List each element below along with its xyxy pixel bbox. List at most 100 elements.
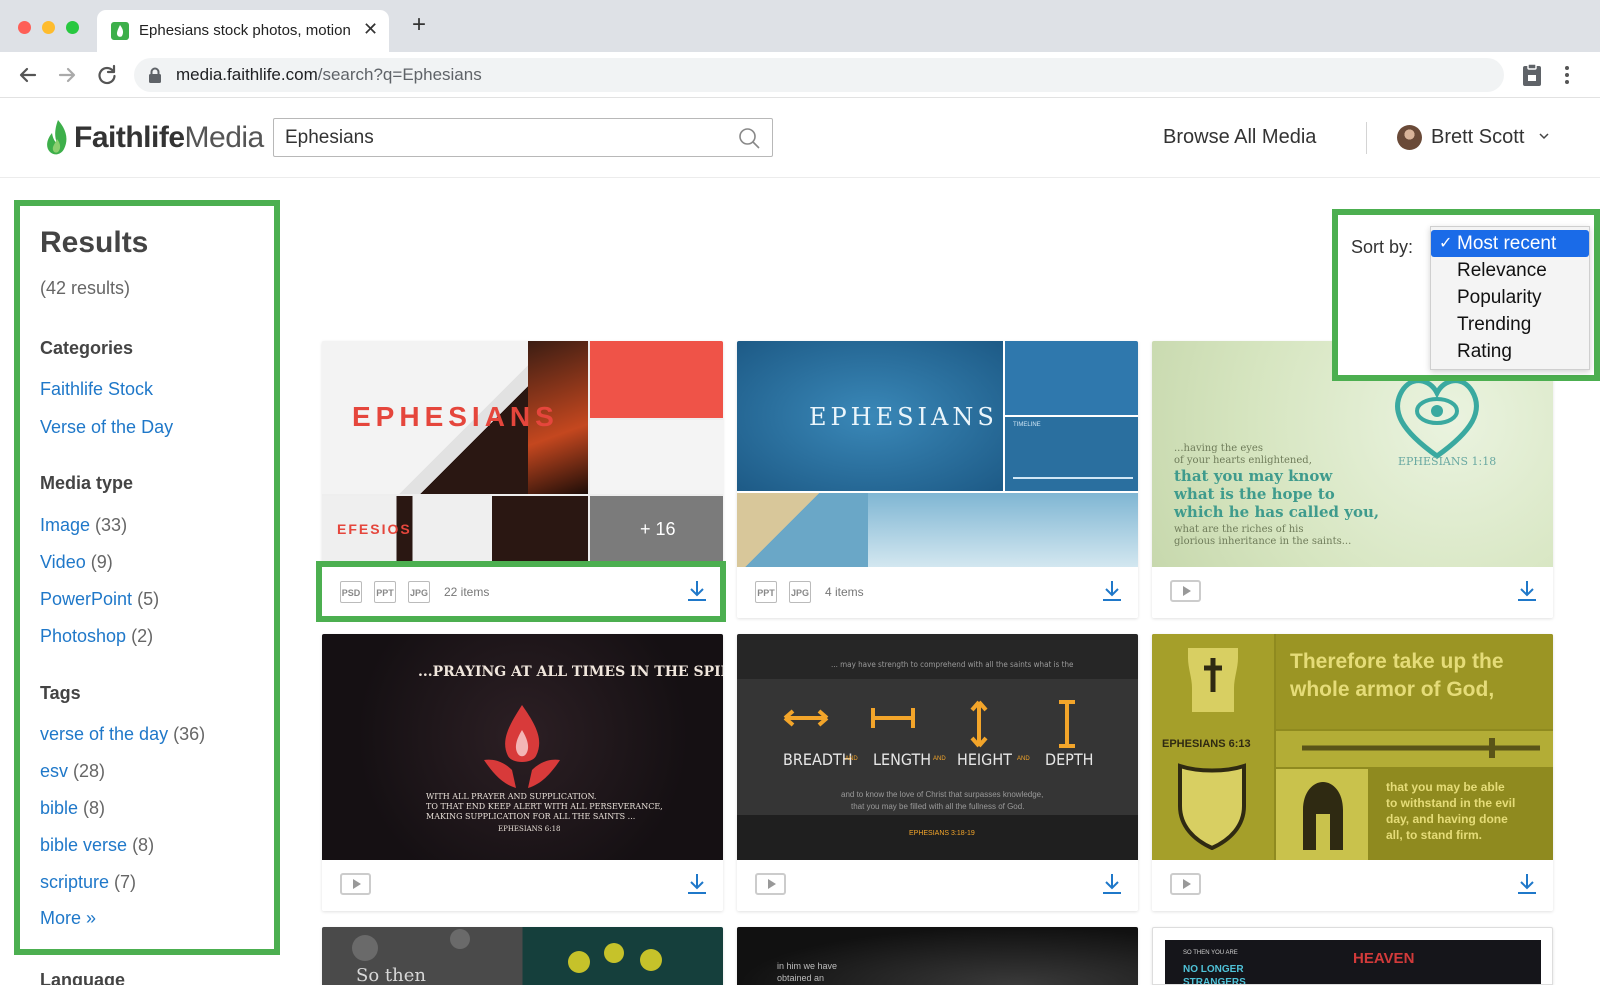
thumb-subtitle-text: EFESIOS [337,521,412,537]
download-icon[interactable] [1516,872,1538,896]
play-video-icon[interactable] [340,873,371,895]
verse-text: what is the hope to [1174,485,1335,503]
sort-dropdown[interactable]: ✓ Most recent Relevance Popularity Trendi… [1430,226,1590,370]
media-card-footer [737,860,1138,911]
media-card-so-then[interactable]: So then [322,927,723,985]
media-thumbnail[interactable]: ... may have strength to comprehend with… [737,634,1138,860]
media-type-powerpoint[interactable]: PowerPoint (5) [40,589,159,610]
shield-icon [1178,763,1246,850]
browser-toolbar: media.faithlife.com/search?q=Ephesians [0,52,1600,98]
verse-text: HEAVEN [1353,950,1415,967]
search-icon[interactable] [738,127,760,149]
download-icon[interactable] [1516,579,1538,603]
back-arrow-icon[interactable] [15,62,41,88]
chevron-down-icon[interactable] [1538,130,1550,142]
media-card-armor-of-god[interactable]: EPHESIANS 6:13 Therefore take up the who… [1152,634,1553,911]
results-sidebar: Results (42 results) Categories Faithlif… [14,200,280,955]
window-minimize-button[interactable] [42,21,55,34]
media-card-breadth-length[interactable]: ... may have strength to comprehend with… [737,634,1138,911]
forward-arrow-icon[interactable] [54,62,80,88]
tag-bible-verse[interactable]: bible verse (8) [40,835,154,856]
item-count: 22 items [444,585,490,599]
media-card-ephesians-maps[interactable]: EPHESIANS TIMELINE PPT JPG 4 items [737,341,1138,618]
clipboard-extension-icon[interactable] [1520,62,1544,88]
media-card-ephesians-series[interactable]: EPHESIANS EFESIOS + 16 PSD PPT JPG 22 it… [322,341,723,618]
thumb-title-text: EPHESIANS [352,401,559,432]
media-card-in-him[interactable]: in him we have obtained an [737,927,1138,985]
tag-verse-of-the-day[interactable]: verse of the day (36) [40,724,205,745]
item-count: 4 items [825,585,864,599]
thumb-title-text: EPHESIANS [809,403,998,431]
search-input[interactable] [274,119,714,156]
verse-text: TO THAT END KEEP ALERT WITH ALL PERSEVER… [426,802,663,811]
verse-text: NO LONGER [1183,964,1244,975]
tag-esv[interactable]: esv (28) [40,761,105,782]
sort-option-relevance[interactable]: Relevance [1431,257,1589,284]
header-divider [1366,122,1367,154]
media-thumbnail[interactable]: in him we have obtained an [737,927,1138,985]
media-type-image[interactable]: Image (33) [40,515,127,536]
tab-close-icon[interactable]: ✕ [363,19,378,40]
verse-text: which he has called you, [1174,503,1380,521]
category-verse-of-the-day[interactable]: Verse of the Day [40,417,173,438]
verse-reference: EPHESIANS 1:18 [1398,455,1497,468]
sort-option-rating[interactable]: Rating [1431,338,1589,365]
media-thumbnail[interactable]: EPHESIANS TIMELINE [737,341,1138,567]
tag-bible[interactable]: bible (8) [40,798,105,819]
verse-text: what are the riches of his [1174,524,1304,535]
user-avatar[interactable] [1397,125,1422,150]
more-images-count: + 16 [640,519,676,539]
breastplate-cross-icon [1188,648,1238,712]
sort-option-trending[interactable]: Trending [1431,311,1589,338]
media-card-eyes-enlightened[interactable]: EPHESIANS 1:18 ...having the eyes of you… [1152,341,1553,618]
sort-option-popularity[interactable]: Popularity [1431,284,1589,311]
verse-reference: EPHESIANS 6:18 [498,825,561,833]
media-thumbnail[interactable]: SO THEN YOU ARE NO LONGER STRANGERS HEAV… [1165,940,1541,985]
verse-text: day, and having done [1386,812,1508,826]
verse-text: STRANGERS [1183,977,1246,985]
play-video-icon[interactable] [1170,873,1201,895]
play-video-icon[interactable] [1170,580,1201,602]
browser-tab[interactable]: Ephesians stock photos, motion ✕ [97,10,389,52]
media-thumbnail[interactable]: ...PRAYING AT ALL TIMES IN THE SPIRIT, W… [322,634,723,860]
media-thumbnail[interactable]: EPHESIANS 6:13 Therefore take up the who… [1152,634,1553,860]
download-icon[interactable] [1101,579,1123,603]
verse-headline: whole armor of God, [1290,678,1495,701]
sort-option-most-recent[interactable]: ✓ Most recent [1431,230,1589,257]
verse-text: obtained an [777,973,825,983]
play-video-icon[interactable] [755,873,786,895]
media-card-praying-in-spirit[interactable]: ...PRAYING AT ALL TIMES IN THE SPIRIT, W… [322,634,723,911]
window-close-button[interactable] [18,21,31,34]
word-and: AND [933,756,946,762]
address-bar[interactable]: media.faithlife.com/search?q=Ephesians [134,58,1504,92]
faithlife-media-logo[interactable]: FaithlifeMedia [44,117,264,159]
media-card-no-longer-strangers[interactable]: SO THEN YOU ARE NO LONGER STRANGERS HEAV… [1152,927,1553,985]
download-icon[interactable] [1101,872,1123,896]
reload-icon[interactable] [94,62,120,88]
word-height: HEIGHT [957,750,1012,769]
media-thumbnail[interactable]: EPHESIANS EFESIOS + 16 [322,341,723,567]
results-count: (42 results) [40,278,131,298]
browser-menu-icon[interactable] [1561,62,1573,88]
word-and: AND [1017,756,1030,762]
browse-all-media-link[interactable]: Browse All Media [1163,126,1316,149]
media-type-photoshop[interactable]: Photoshop (2) [40,626,153,647]
verse-top-text: ... may have strength to comprehend with… [831,660,1074,669]
media-thumbnail[interactable]: So then [322,927,723,985]
language-heading: Language [40,970,126,985]
more-tags-link[interactable]: More » [40,908,96,929]
helmet-icon [1303,782,1343,850]
new-tab-icon[interactable]: + [412,13,426,37]
tag-scripture[interactable]: scripture (7) [40,872,136,893]
category-faithlife-stock[interactable]: Faithlife Stock [40,379,153,400]
media-card-footer [1152,860,1553,911]
window-maximize-button[interactable] [66,21,79,34]
download-icon[interactable] [686,872,708,896]
ppt-format-icon: PPT [755,581,777,603]
media-type-video[interactable]: Video (9) [40,552,113,573]
download-icon[interactable] [686,579,708,603]
word-and: AND [845,756,858,762]
user-name-menu[interactable]: Brett Scott [1431,126,1524,149]
verse-text: of your hearts enlightened, [1174,455,1312,466]
faithlife-favicon-icon [111,22,129,40]
